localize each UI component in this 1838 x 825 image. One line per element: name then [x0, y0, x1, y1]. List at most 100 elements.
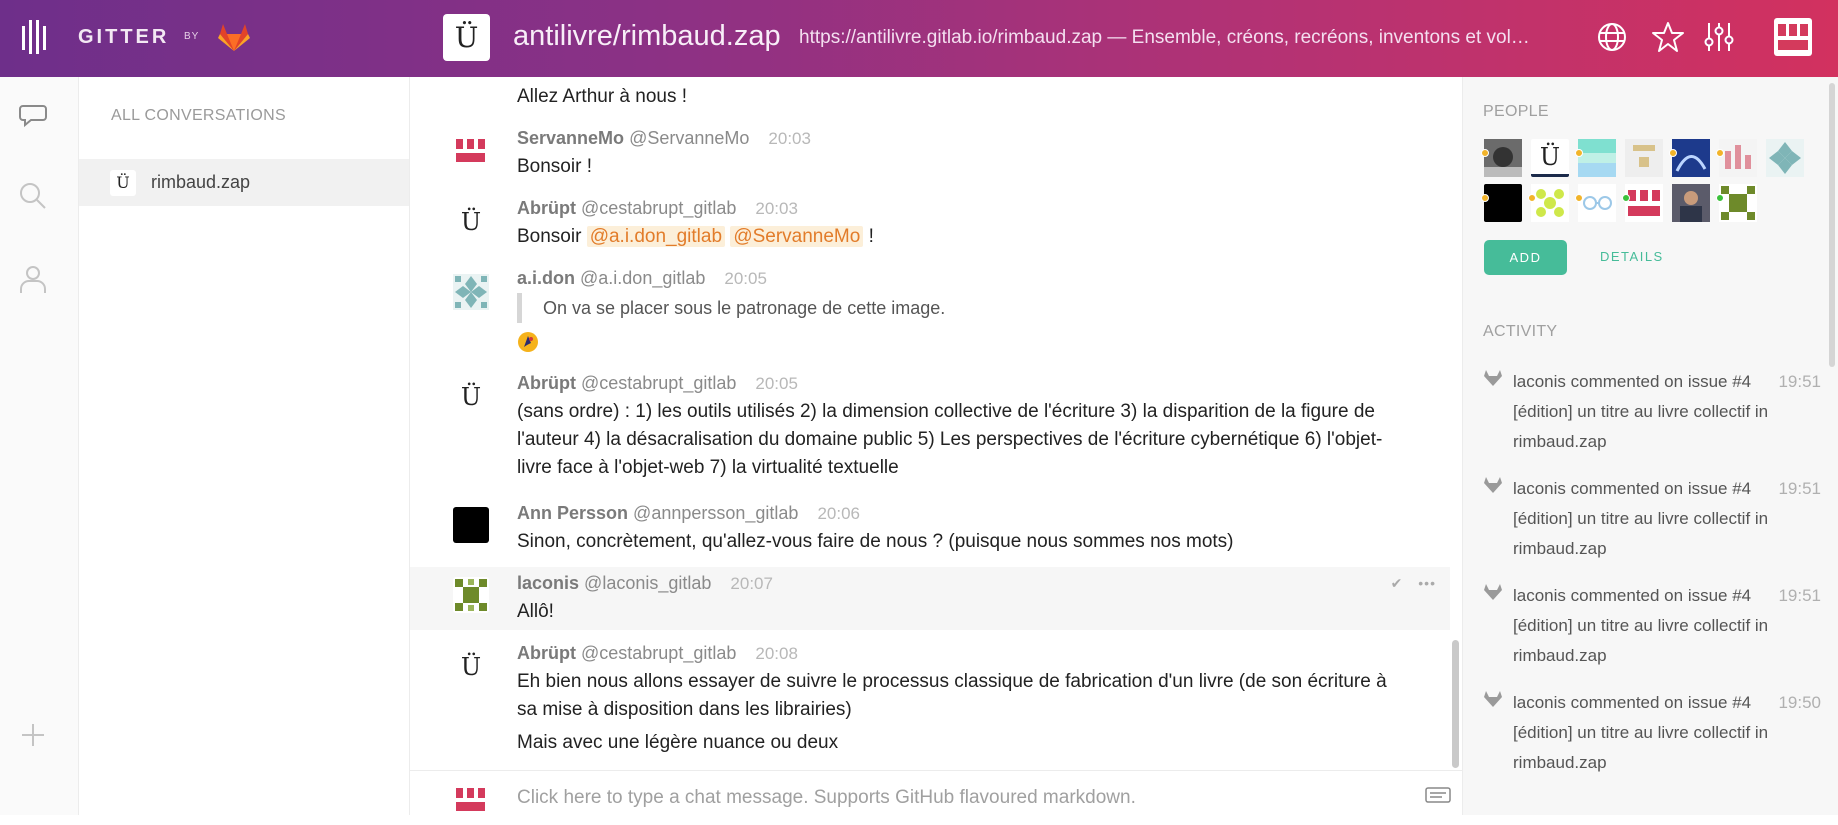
gitter-logo-icon[interactable]: [22, 20, 46, 54]
details-button[interactable]: DETAILS: [1600, 249, 1664, 264]
message-time[interactable]: 20:07: [730, 574, 773, 593]
activity-item[interactable]: laconis commented on issue #4 [édition] …: [1483, 581, 1823, 681]
member-avatar[interactable]: [1528, 184, 1569, 222]
activity-item[interactable]: laconis commented on issue #4 [édition] …: [1483, 474, 1823, 574]
avatar[interactable]: [453, 274, 489, 310]
message-meta: a.i.don @a.i.don_gitlab 20:05: [517, 268, 767, 289]
message-handle[interactable]: @annpersson_gitlab: [633, 503, 798, 523]
member-avatar[interactable]: [1481, 139, 1522, 177]
conversations-panel: ALL CONVERSATIONS Ü rimbaud.zap: [79, 77, 410, 815]
member-avatar[interactable]: [1672, 184, 1710, 222]
activity-time: 19:51: [1778, 479, 1821, 498]
message-body: Allô!: [517, 601, 554, 622]
activity-item[interactable]: laconis commented on issue #4 [édition] …: [1483, 367, 1823, 467]
message-time[interactable]: 20:06: [817, 504, 860, 523]
member-avatar[interactable]: [1716, 184, 1757, 222]
chat-bubble-icon[interactable]: [18, 99, 48, 129]
right-panel: PEOPLE Ü ADD DETAILS ACTIVITY laconis co…: [1462, 77, 1838, 815]
message-handle[interactable]: @a.i.don_gitlab: [580, 268, 705, 288]
avatar[interactable]: Ü: [453, 649, 489, 685]
avatar[interactable]: [453, 133, 489, 169]
member-avatar[interactable]: [1625, 139, 1663, 177]
chat-message[interactable]: ServanneMo @ServanneMo 20:03 Bonsoir !: [410, 122, 1450, 190]
message-actions: ✔ •••: [1391, 575, 1436, 592]
add-people-button[interactable]: ADD: [1484, 240, 1567, 275]
avatar[interactable]: Ü: [453, 204, 489, 240]
user-avatar[interactable]: [1774, 18, 1812, 56]
settings-sliders-icon[interactable]: [1702, 20, 1736, 54]
member-avatar[interactable]: Ü: [1531, 139, 1569, 177]
message-handle[interactable]: @cestabrupt_gitlab: [581, 198, 736, 218]
mention-link[interactable]: @a.i.don_gitlab: [586, 226, 726, 247]
message-body: Bonsoir @a.i.don_gitlab @ServanneMo !: [517, 223, 1387, 251]
room-name[interactable]: antilivre/rimbaud.zap: [513, 20, 781, 53]
message-handle[interactable]: @cestabrupt_gitlab: [581, 373, 736, 393]
activity-text: laconis commented on issue #4 [édition] …: [1513, 586, 1769, 665]
chat-input-bar[interactable]: Click here to type a chat message. Suppo…: [410, 770, 1462, 815]
chat-area: Allez Arthur à nous ! ServanneMo @Servan…: [410, 77, 1462, 815]
conversation-label: rimbaud.zap: [151, 172, 251, 192]
message-author[interactable]: ServanneMo: [517, 128, 624, 148]
member-avatar[interactable]: [1766, 139, 1804, 177]
message-text: !: [868, 226, 874, 247]
conversation-item-rimbaud-zap[interactable]: Ü rimbaud.zap: [79, 159, 409, 206]
avatar[interactable]: Ü: [453, 379, 489, 415]
brand-name[interactable]: GITTER: [78, 26, 169, 49]
message-quote: On va se placer sous le patronage de cet…: [517, 293, 945, 323]
search-icon[interactable]: [18, 181, 48, 211]
chat-input-placeholder[interactable]: Click here to type a chat message. Suppo…: [517, 787, 1136, 809]
plus-icon[interactable]: [18, 720, 48, 750]
room-topic[interactable]: https://antilivre.gitlab.io/rimbaud.zap …: [799, 27, 1539, 49]
gitlab-logo-icon[interactable]: [218, 22, 250, 52]
message-time[interactable]: 20:03: [768, 129, 811, 148]
avatar[interactable]: [453, 507, 489, 543]
room-avatar[interactable]: Ü: [443, 14, 490, 61]
gitlab-icon: [1484, 584, 1502, 600]
message-time[interactable]: 20:05: [724, 269, 767, 288]
message-meta: Ann Persson @annpersson_gitlab 20:06: [517, 503, 860, 524]
message-author[interactable]: Abrüpt: [517, 373, 576, 393]
message-author[interactable]: a.i.don: [517, 268, 575, 288]
message-time[interactable]: 20:05: [755, 374, 798, 393]
mention-link[interactable]: @ServanneMo: [730, 226, 864, 247]
chat-message[interactable]: Ü Abrüpt @cestabrupt_gitlab 20:03 Bonsoi…: [410, 192, 1450, 262]
member-avatar[interactable]: [1716, 139, 1757, 177]
chat-message[interactable]: Ann Persson @annpersson_gitlab 20:06 Sin…: [410, 497, 1450, 563]
member-avatar[interactable]: [1669, 139, 1710, 177]
brand-by-label: BY: [184, 31, 200, 42]
message-author[interactable]: Abrüpt: [517, 643, 576, 663]
shared-image-thumbnail[interactable]: [517, 331, 539, 353]
person-icon[interactable]: [18, 264, 48, 294]
compose-mode-icon[interactable]: [1425, 787, 1451, 807]
right-panel-scrollbar[interactable]: [1829, 83, 1835, 367]
globe-icon[interactable]: [1595, 20, 1629, 54]
avatar[interactable]: [453, 577, 489, 613]
message-meta: Abrüpt @cestabrupt_gitlab 20:08: [517, 643, 798, 664]
message-meta: ServanneMo @ServanneMo 20:03: [517, 128, 811, 149]
message-time[interactable]: 20:03: [755, 199, 798, 218]
message-time[interactable]: 20:08: [755, 644, 798, 663]
message-handle[interactable]: @laconis_gitlab: [584, 573, 711, 593]
app-header: GITTER BY Ü antilivre/rimbaud.zap https:…: [0, 0, 1838, 77]
chat-message[interactable]: a.i.don @a.i.don_gitlab 20:05 On va se p…: [410, 262, 1450, 366]
message-handle[interactable]: @ServanneMo: [629, 128, 749, 148]
activity-text: laconis commented on issue #4 [édition] …: [1513, 372, 1769, 451]
star-icon[interactable]: [1651, 20, 1685, 54]
chat-message[interactable]: Allez Arthur à nous !: [410, 77, 1450, 117]
member-avatar[interactable]: [1481, 184, 1522, 222]
member-avatar[interactable]: [1575, 139, 1616, 177]
message-meta: Abrüpt @cestabrupt_gitlab 20:03: [517, 198, 798, 219]
message-author[interactable]: Ann Persson: [517, 503, 628, 523]
conversations-title: ALL CONVERSATIONS: [111, 107, 286, 124]
message-author[interactable]: Abrüpt: [517, 198, 576, 218]
chat-scrollbar[interactable]: [1452, 640, 1459, 768]
chat-message[interactable]: Ü Abrüpt @cestabrupt_gitlab 20:08 Eh bie…: [410, 637, 1450, 755]
chat-message[interactable]: Ü Abrüpt @cestabrupt_gitlab 20:05 (sans …: [410, 367, 1450, 478]
more-options-icon[interactable]: •••: [1418, 575, 1436, 591]
chat-message[interactable]: laconis @laconis_gitlab 20:07 Allô! ✔ ••…: [410, 567, 1450, 630]
member-avatar[interactable]: [1622, 184, 1663, 222]
member-avatar[interactable]: [1575, 184, 1616, 222]
message-author[interactable]: laconis: [517, 573, 579, 593]
activity-item[interactable]: laconis commented on issue #4 [édition] …: [1483, 688, 1823, 788]
message-handle[interactable]: @cestabrupt_gitlab: [581, 643, 736, 663]
